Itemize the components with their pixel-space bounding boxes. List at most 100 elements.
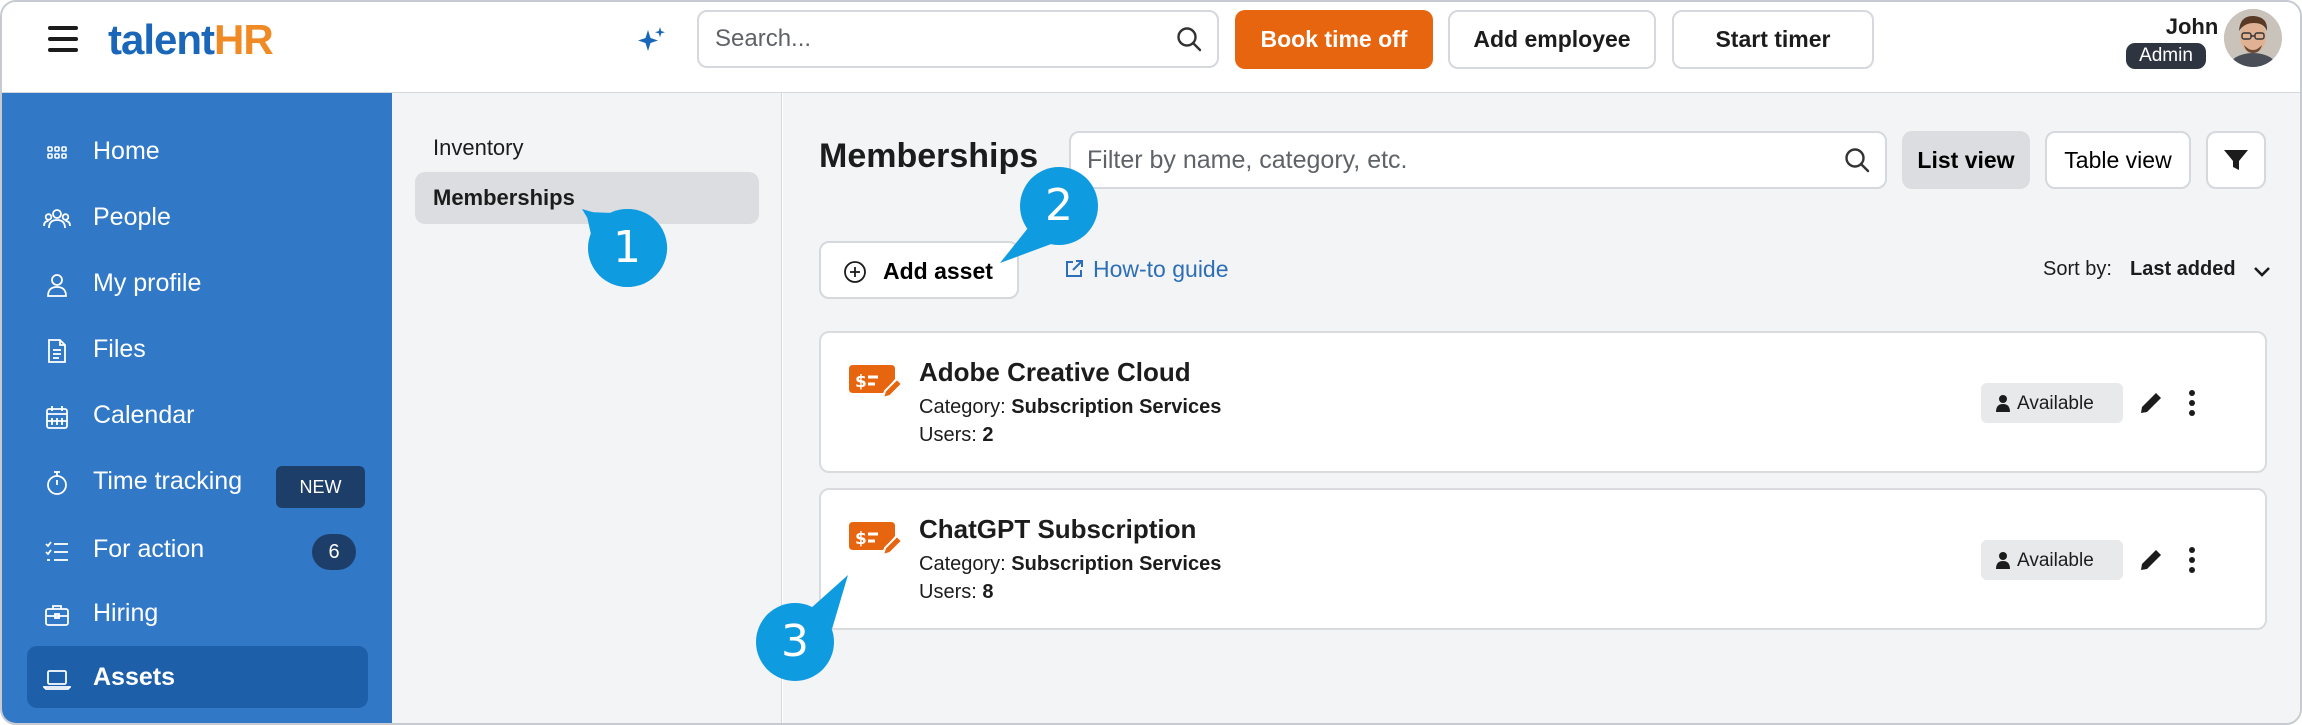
hamburger-menu-icon[interactable] xyxy=(48,26,78,54)
sidebar-item-people[interactable]: People xyxy=(27,186,368,248)
main-content: Memberships List view Table view Add ass… xyxy=(783,93,2300,723)
users-label: Users: xyxy=(919,581,977,603)
search-input[interactable] xyxy=(715,12,1145,66)
callout-1: 1 xyxy=(582,207,668,289)
stopwatch-icon xyxy=(47,471,67,495)
global-search xyxy=(697,10,1219,68)
sidebar-item-label: Home xyxy=(93,136,160,165)
search-icon[interactable] xyxy=(1175,25,1203,53)
add-asset-button[interactable]: Add asset xyxy=(819,241,1019,299)
status-badge: Available xyxy=(1981,383,2123,423)
asset-category: Category: Subscription Services xyxy=(919,553,1221,576)
sidebar-item-for-action[interactable]: For action 6 xyxy=(27,518,368,580)
list-view-button[interactable]: List view xyxy=(1902,131,2030,189)
callout-2: 2 xyxy=(1000,165,1100,263)
category-label: Category: xyxy=(919,396,1006,418)
add-asset-label: Add asset xyxy=(883,258,993,284)
filter-box xyxy=(1069,131,1887,189)
app-window: talentHR Book time off Add employee Star… xyxy=(0,0,2302,725)
callout-3: 3 xyxy=(754,575,848,683)
sidebar-item-home[interactable]: Home xyxy=(27,120,368,182)
start-timer-button[interactable]: Start timer xyxy=(1672,10,1874,69)
asset-users: Users: 8 xyxy=(919,581,993,604)
chevron-down-icon[interactable] xyxy=(2251,260,2273,282)
asset-card[interactable]: $ ChatGPT Subscription Category: Subscri… xyxy=(819,488,2267,630)
users-value: 2 xyxy=(982,424,994,446)
sidebar: Home People My profile Files Calendar Ti… xyxy=(2,93,392,723)
ai-sparkle-icon[interactable] xyxy=(634,24,668,58)
avatar-image xyxy=(2224,9,2282,67)
sidebar-item-label: People xyxy=(93,202,171,231)
logo-text-hr: HR xyxy=(214,16,274,63)
search-icon[interactable] xyxy=(1843,146,1871,174)
person-icon xyxy=(1996,552,2010,569)
assets-subnav: Inventory Memberships xyxy=(392,93,782,723)
sidebar-item-my-profile[interactable]: My profile xyxy=(27,252,368,314)
callout-number: 2 xyxy=(1045,180,1073,231)
sidebar-item-label: Time tracking xyxy=(93,466,243,495)
calendar-icon xyxy=(46,406,68,429)
filter-button[interactable] xyxy=(2206,131,2266,189)
sidebar-item-label: Assets xyxy=(93,662,175,691)
users-label: Users: xyxy=(919,424,977,446)
pencil-icon[interactable] xyxy=(2137,389,2165,417)
asset-title[interactable]: ChatGPT Subscription xyxy=(919,514,1196,545)
file-icon xyxy=(48,339,66,363)
logo-text-talent: talent xyxy=(108,16,215,63)
app-logo[interactable]: talentHR xyxy=(108,16,274,64)
people-icon xyxy=(43,209,71,229)
sidebar-item-label: Calendar xyxy=(93,400,195,429)
sidebar-item-label: Hiring xyxy=(93,598,159,627)
subscription-icon: $ xyxy=(849,522,903,557)
callout-number: 1 xyxy=(613,222,641,273)
plus-circle-icon xyxy=(844,261,866,283)
sort-dropdown[interactable]: Last added xyxy=(2130,258,2236,281)
funnel-icon xyxy=(2224,150,2248,170)
briefcase-icon xyxy=(45,605,69,626)
status-label: Available xyxy=(2017,393,2094,414)
sidebar-item-assets[interactable]: Assets xyxy=(27,646,368,708)
svg-text:$: $ xyxy=(855,372,867,392)
category-label: Category: xyxy=(919,553,1006,575)
add-employee-button[interactable]: Add employee xyxy=(1448,10,1656,69)
asset-card[interactable]: $ Adobe Creative Cloud Category: Subscri… xyxy=(819,331,2267,473)
laptop-icon xyxy=(43,670,71,690)
user-name[interactable]: John xyxy=(2152,14,2232,40)
sidebar-item-time-tracking[interactable]: Time tracking NEW xyxy=(27,450,368,512)
status-badge: Available xyxy=(1981,540,2123,580)
how-to-guide-label: How-to guide xyxy=(1093,256,1229,282)
category-value: Subscription Services xyxy=(1011,396,1222,418)
grid-icon xyxy=(47,146,67,159)
asset-category: Category: Subscription Services xyxy=(919,396,1221,419)
subnav-item-inventory[interactable]: Inventory xyxy=(415,122,759,174)
book-time-off-button[interactable]: Book time off xyxy=(1235,10,1433,69)
table-view-button[interactable]: Table view xyxy=(2045,131,2191,189)
asset-users: Users: 2 xyxy=(919,424,993,447)
sidebar-item-hiring[interactable]: Hiring xyxy=(27,582,368,644)
users-value: 8 xyxy=(982,581,994,603)
more-vertical-icon[interactable] xyxy=(2187,388,2197,418)
category-value: Subscription Services xyxy=(1011,553,1222,575)
sidebar-item-label: Files xyxy=(93,334,146,363)
sidebar-item-files[interactable]: Files xyxy=(27,318,368,380)
sidebar-item-calendar[interactable]: Calendar xyxy=(27,384,368,446)
person-icon xyxy=(1996,395,2010,412)
user-icon xyxy=(47,274,67,297)
new-badge: NEW xyxy=(276,466,365,508)
external-link-icon xyxy=(1066,260,1083,277)
top-bar: talentHR Book time off Add employee Star… xyxy=(2,2,2300,93)
filter-input[interactable] xyxy=(1087,133,1807,187)
checklist-icon xyxy=(45,541,68,561)
asset-title[interactable]: Adobe Creative Cloud xyxy=(919,357,1191,388)
subscription-icon: $ xyxy=(849,365,903,400)
sidebar-item-label: My profile xyxy=(93,268,202,297)
user-role-badge: Admin xyxy=(2126,43,2206,69)
status-label: Available xyxy=(2017,550,2094,571)
action-count-badge: 6 xyxy=(312,534,356,570)
svg-text:$: $ xyxy=(855,529,867,549)
pencil-icon[interactable] xyxy=(2137,546,2165,574)
more-vertical-icon[interactable] xyxy=(2187,545,2197,575)
sort-label: Sort by: xyxy=(2043,258,2112,280)
callout-number: 3 xyxy=(781,616,809,667)
user-avatar[interactable] xyxy=(2224,9,2282,67)
